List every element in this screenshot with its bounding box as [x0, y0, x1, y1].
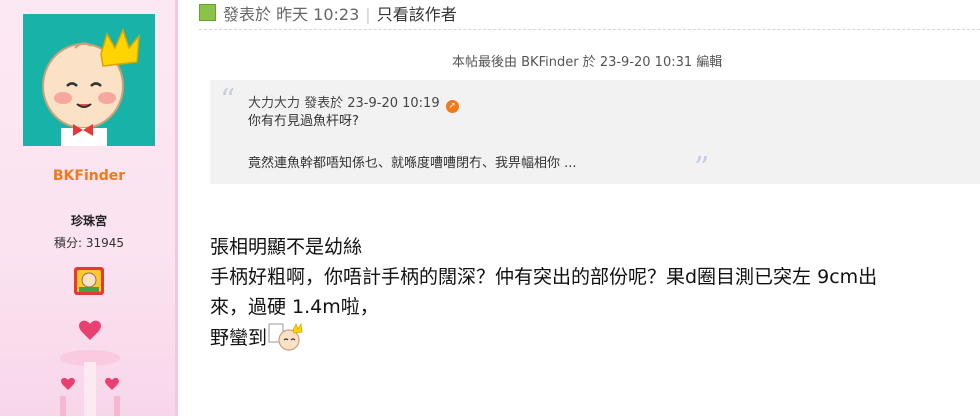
quote-text-line: 竟然連魚幹都唔知係乜、就喺度嘈嘈閉冇、我畀幅相你 ... [248, 156, 577, 171]
content-line: 張相明顯不是幼絲 [210, 236, 363, 258]
quote-block: “ 大力大力 發表於 23-9-20 10:19 ➚ 你有冇見過魚杆呀? 竟然連… [210, 80, 980, 184]
medal-badge-icon[interactable] [73, 266, 105, 296]
quote-text-line: 你有冇見過魚杆呀? [248, 114, 359, 129]
post-time: 發表於 昨天 10:23 [223, 5, 360, 24]
author-rank: 珍珠宮 [70, 214, 107, 228]
quote-close-icon: ” [694, 151, 710, 186]
author-username[interactable]: BKFinder [0, 168, 178, 184]
content-line: 來，過硬 1.4m啦， [210, 296, 379, 318]
edited-note: 本帖最後由 BKFinder 於 23-9-20 10:31 編輯 [452, 55, 723, 70]
author-credits: 積分: 31945 [53, 236, 125, 250]
quote-open-icon: “ [220, 83, 236, 118]
content-line: 野蠻到 [210, 327, 268, 349]
jump-to-post-icon[interactable]: ➚ [445, 100, 459, 113]
baby-king-smiley-icon [267, 322, 305, 352]
decorative-hearts [40, 318, 150, 416]
only-author-link[interactable]: 只看該作者 [377, 5, 457, 24]
author-avatar[interactable] [23, 14, 155, 146]
post-header: 發表於 昨天 10:23 | 只看該作者 [199, 0, 980, 28]
content-line-with-smiley: 野蠻到 [210, 322, 980, 353]
post-status-icon [199, 4, 216, 21]
post-meta: 發表於 昨天 10:23 | 只看該作者 [223, 1, 457, 25]
content-line: 手柄好粗啊，你唔計手柄的闊深？仲有突出的部份呢？果d圈目測已突左 9cm出 [210, 266, 878, 288]
meta-divider: | [365, 5, 371, 24]
author-sidebar: BKFinder 珍珠宮 積分: 31945 [0, 0, 178, 416]
quote-author: 大力大力 發表於 23-9-20 10:19 [248, 96, 440, 111]
post-content: 張相明顯不是幼絲 手柄好粗啊，你唔計手柄的闊深？仲有突出的部份呢？果d圈目測已突… [210, 232, 980, 353]
header-divider [199, 29, 980, 30]
baby-king-avatar-icon [23, 14, 155, 146]
